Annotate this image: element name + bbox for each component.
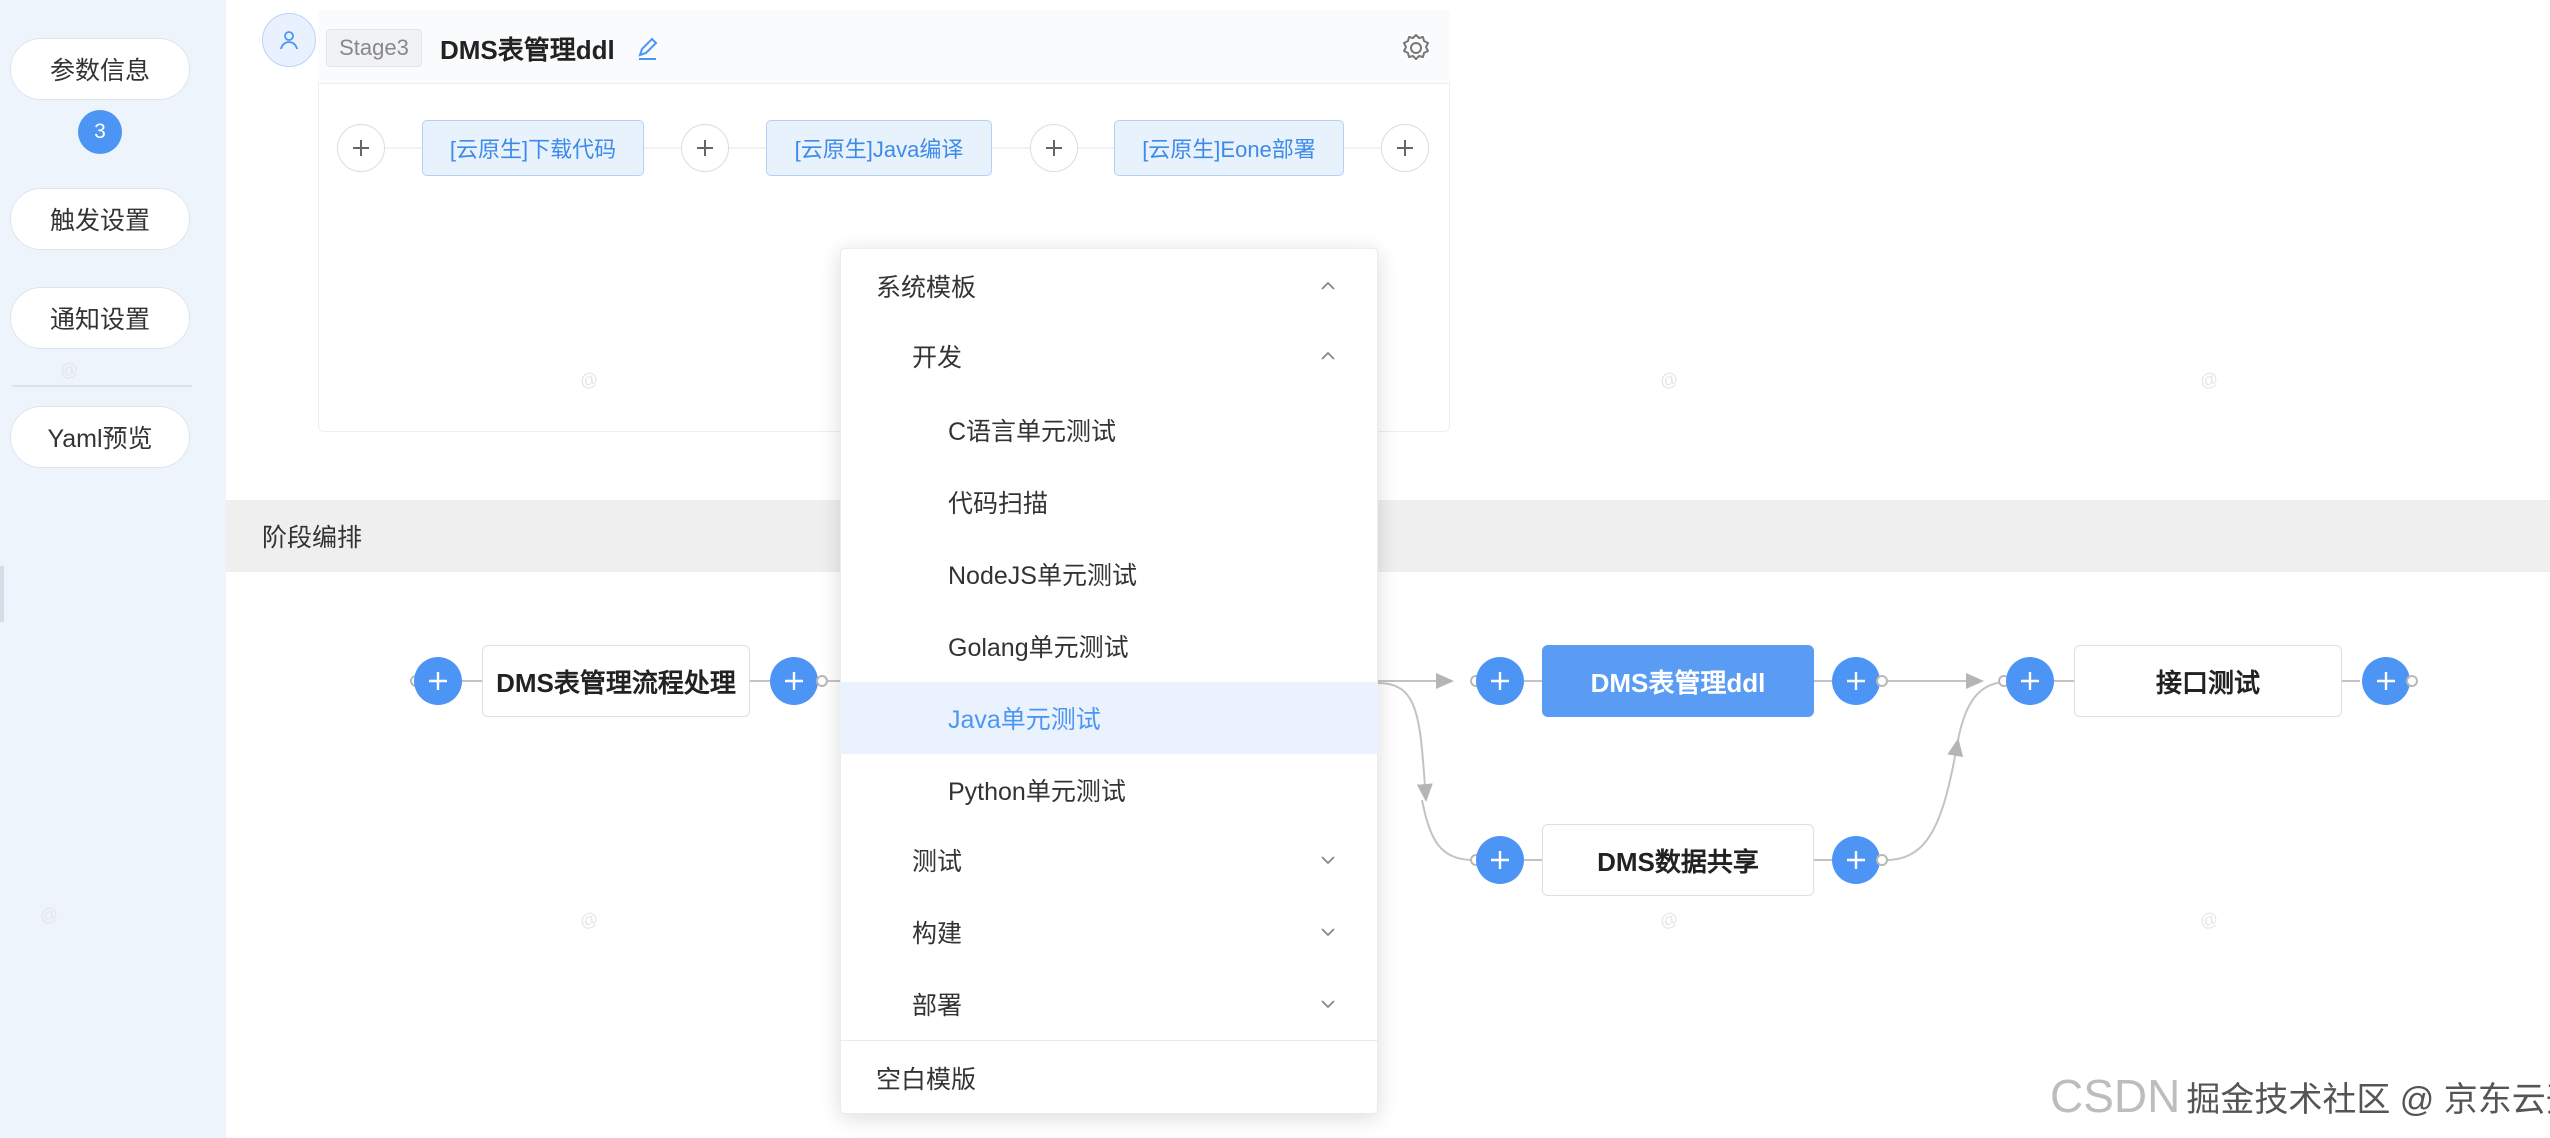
dropdown-item-label: 测试 xyxy=(912,848,963,876)
add-stage-button[interactable] xyxy=(2006,657,2054,705)
add-stage-button[interactable] xyxy=(2362,657,2410,705)
dropdown-item-label: Java单元测试 xyxy=(948,706,1101,734)
connector-dot xyxy=(2406,675,2418,687)
dropdown-item-label: 部署 xyxy=(912,992,963,1020)
sidebar-item-label: 触发设置 xyxy=(49,207,150,235)
dropdown-item-code-scan[interactable]: 代码扫描 xyxy=(840,466,1378,538)
dropdown-group-test[interactable]: 测试 xyxy=(840,824,1378,896)
dropdown-group-deploy[interactable]: 部署 xyxy=(840,968,1378,1040)
watermark-main: CSDN xyxy=(2050,1070,2181,1122)
dropdown-item-label: 开发 xyxy=(912,344,963,372)
sidebar-collapse-handle[interactable] xyxy=(0,566,4,622)
dropdown-item-label: Golang单元测试 xyxy=(948,634,1129,662)
add-task-button[interactable] xyxy=(1030,124,1078,172)
chevron-down-icon xyxy=(1321,856,1335,865)
task-java-compile[interactable]: [云原生]Java编译 xyxy=(766,120,992,176)
stage-node-active[interactable]: DMS表管理ddl xyxy=(1542,645,1814,717)
connector-dot xyxy=(1876,854,1888,866)
dropdown-item-label: 构建 xyxy=(912,920,963,948)
task-label: [云原生]Java编译 xyxy=(794,137,964,162)
stage-node[interactable]: 接口测试 xyxy=(2074,645,2342,717)
sidebar-item-yaml[interactable]: Yaml预览 xyxy=(10,406,190,468)
step-badge: 3 xyxy=(78,110,122,154)
section-bar xyxy=(226,500,2550,572)
dropdown-item-label: 空白模版 xyxy=(876,1066,977,1094)
chevron-down-icon xyxy=(1321,1000,1335,1009)
dropdown-group-develop[interactable]: 开发 xyxy=(840,320,1378,392)
sidebar-item-label: Yaml预览 xyxy=(47,425,153,453)
user-icon[interactable] xyxy=(262,13,316,67)
task-eone-deploy[interactable]: [云原生]Eone部署 xyxy=(1114,120,1344,176)
edit-icon[interactable] xyxy=(634,34,662,62)
chevron-up-icon xyxy=(1321,281,1335,290)
node-label: DMS表管理流程处理 xyxy=(496,667,736,698)
sidebar-item-notify[interactable]: 通知设置 xyxy=(10,287,190,349)
add-stage-button[interactable] xyxy=(1832,657,1880,705)
sidebar-item-label: 参数信息 xyxy=(49,57,150,85)
sidebar xyxy=(0,0,226,1138)
watermark: @ xyxy=(577,907,601,933)
dropdown-item-label: C语言单元测试 xyxy=(948,418,1117,446)
dropdown-divider xyxy=(840,1040,1378,1041)
task-download-code[interactable]: [云原生]下载代码 xyxy=(422,120,644,176)
dropdown-group-system-templates[interactable]: 系统模板 xyxy=(840,250,1378,322)
chevron-down-icon xyxy=(1321,928,1335,937)
task-label: [云原生]Eone部署 xyxy=(1142,137,1316,162)
add-task-button[interactable] xyxy=(681,124,729,172)
node-label: 接口测试 xyxy=(2155,667,2260,698)
stage-tag: Stage3 xyxy=(326,29,422,67)
add-task-button[interactable] xyxy=(337,124,385,172)
add-task-button[interactable] xyxy=(1381,124,1429,172)
dropdown-item-label: Python单元测试 xyxy=(948,778,1126,806)
dropdown-group-build[interactable]: 构建 xyxy=(840,896,1378,968)
add-stage-button[interactable] xyxy=(770,657,818,705)
add-stage-button[interactable] xyxy=(1476,657,1524,705)
dropdown-item-blank-template[interactable]: 空白模版 xyxy=(840,1042,1378,1114)
connector-dot xyxy=(1876,675,1888,687)
add-stage-button[interactable] xyxy=(1832,836,1880,884)
dropdown-item-nodejs-unit-test[interactable]: NodeJS单元测试 xyxy=(840,538,1378,610)
chevron-up-icon xyxy=(1321,351,1335,360)
node-label: DMS数据共享 xyxy=(1597,846,1759,877)
connector-dot xyxy=(816,675,828,687)
node-label: DMS表管理ddl xyxy=(1590,667,1766,698)
sidebar-item-params[interactable]: 参数信息 xyxy=(10,38,190,100)
watermark-overlay: 掘金技术社区 @ 京东云开发者 xyxy=(2186,1080,2550,1119)
dropdown-item-python-unit-test[interactable]: Python单元测试 xyxy=(840,754,1378,826)
stage-node[interactable]: DMS数据共享 xyxy=(1542,824,1814,896)
section-title: 阶段编排 xyxy=(262,524,363,552)
dropdown-item-java-unit-test[interactable]: Java单元测试 xyxy=(840,682,1378,754)
dropdown-item-golang-unit-test[interactable]: Golang单元测试 xyxy=(840,610,1378,682)
dropdown-item-label: 系统模板 xyxy=(876,274,977,302)
dropdown-item-label: NodeJS单元测试 xyxy=(948,562,1137,590)
sidebar-item-label: 通知设置 xyxy=(49,306,150,334)
add-stage-button[interactable] xyxy=(414,657,462,705)
gear-icon[interactable] xyxy=(1400,32,1432,64)
watermark: @ xyxy=(1657,907,1681,933)
dropdown-item-c-unit-test[interactable]: C语言单元测试 xyxy=(840,394,1378,466)
stage-title: DMS表管理ddl xyxy=(440,34,615,65)
task-label: [云原生]下载代码 xyxy=(449,137,617,162)
footer-watermark: CSDN掘金技术社区 @ 京东云开发者 xyxy=(2050,1060,2550,1132)
watermark: @ xyxy=(2197,907,2221,933)
add-stage-button[interactable] xyxy=(1476,836,1524,884)
watermark: @ xyxy=(2197,367,2221,393)
watermark: @ xyxy=(1657,367,1681,393)
stage-node[interactable]: DMS表管理流程处理 xyxy=(482,645,750,717)
sidebar-divider xyxy=(12,385,192,387)
dropdown-item-label: 代码扫描 xyxy=(948,490,1049,518)
sidebar-item-trigger[interactable]: 触发设置 xyxy=(10,188,190,250)
